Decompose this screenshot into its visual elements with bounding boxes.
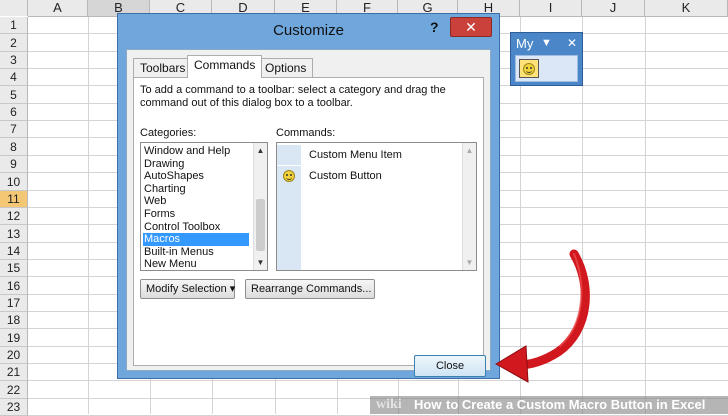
select-all-corner[interactable] <box>0 0 28 16</box>
dialog-title: Customize <box>273 22 344 39</box>
row-header-12[interactable]: 12 <box>0 208 28 225</box>
row-header-14[interactable]: 14 <box>0 243 28 260</box>
instructions-text: To add a command to a toolbar: select a … <box>140 84 446 109</box>
row-header-5[interactable]: 5 <box>0 86 28 104</box>
row-header-2[interactable]: 2 <box>0 34 28 52</box>
row-header-20[interactable]: 20 <box>0 347 28 364</box>
list-item[interactable]: Custom Menu Item <box>277 145 463 165</box>
toolbar-title: My <box>516 36 534 51</box>
row-header-15[interactable]: 15 <box>0 260 28 277</box>
tab-toolbars[interactable]: Toolbars <box>133 58 193 77</box>
custom-macro-button[interactable] <box>519 59 539 78</box>
row-header-16[interactable]: 16 <box>0 277 28 295</box>
smiley-icon <box>283 170 295 182</box>
list-item[interactable]: Forms <box>143 208 249 221</box>
row-header-21[interactable]: 21 <box>0 364 28 381</box>
row-header-22[interactable]: 22 <box>0 381 28 399</box>
tab-commands[interactable]: Commands <box>187 55 263 78</box>
row-header-18[interactable]: 18 <box>0 312 28 329</box>
modify-selection-button[interactable]: Modify Selection ▾ <box>140 279 235 299</box>
list-item[interactable]: Drawing <box>143 158 249 171</box>
watermark-how: How <box>414 397 442 412</box>
list-item[interactable]: Custom Button <box>277 166 463 186</box>
smiley-icon <box>523 63 535 75</box>
watermark-title: to Create a Custom Macro Button in Excel <box>446 397 706 412</box>
list-item[interactable]: AutoShapes <box>143 170 249 183</box>
dialog-body: Toolbars Commands Options To add a comma… <box>126 49 491 377</box>
brand-logo: wiki <box>376 397 402 412</box>
rearrange-commands-button[interactable]: Rearrange Commands... <box>245 279 375 299</box>
column-header-k[interactable]: K <box>645 0 728 16</box>
custom-toolbar[interactable]: My ▼ ✕ <box>510 32 583 86</box>
scroll-thumb[interactable] <box>256 199 265 251</box>
row-header-8[interactable]: 8 <box>0 138 28 156</box>
close-button[interactable]: Close <box>414 355 486 377</box>
column-header-i[interactable]: I <box>520 0 582 16</box>
categories-label: Categories: <box>140 127 197 139</box>
chevron-down-icon[interactable]: ▼ <box>541 37 552 49</box>
help-button[interactable]: ? <box>430 19 439 35</box>
row-header-7[interactable]: 7 <box>0 121 28 138</box>
list-item[interactable]: Macros <box>143 233 249 247</box>
icon-column <box>277 145 301 165</box>
row-header-19[interactable]: 19 <box>0 329 28 347</box>
toolbar-body <box>515 55 578 82</box>
gridline <box>88 17 89 414</box>
scroll-up-icon[interactable]: ▲ <box>463 144 476 157</box>
watermark-banner: wiki How to Create a Custom Macro Button… <box>370 396 728 414</box>
customize-dialog: Customize ? ✕ Toolbars Commands Options … <box>117 13 500 379</box>
column-header-j[interactable]: J <box>582 0 645 16</box>
gridline <box>645 17 646 414</box>
row-header-10[interactable]: 10 <box>0 173 28 191</box>
row-header-23[interactable]: 23 <box>0 399 28 416</box>
list-item[interactable]: New Menu <box>143 258 249 270</box>
command-label: Custom Menu Item <box>309 149 402 161</box>
commands-listbox[interactable]: Custom Menu Item Custom Button ▲ ▼ <box>276 142 477 271</box>
row-header-4[interactable]: 4 <box>0 69 28 86</box>
list-item[interactable]: Window and Help <box>143 145 249 158</box>
scroll-up-icon[interactable]: ▲ <box>254 144 267 157</box>
row-header-1[interactable]: 1 <box>0 17 28 34</box>
row-header-3[interactable]: 3 <box>0 52 28 69</box>
row-header-9[interactable]: 9 <box>0 156 28 173</box>
command-label: Custom Button <box>309 170 382 182</box>
close-icon[interactable]: ✕ <box>567 36 577 50</box>
scroll-down-icon[interactable]: ▼ <box>254 256 267 269</box>
row-header-17[interactable]: 17 <box>0 295 28 312</box>
list-item[interactable]: Web <box>143 195 249 208</box>
row-header-6[interactable]: 6 <box>0 104 28 121</box>
list-item[interactable]: Control Toolbox <box>143 221 249 234</box>
icon-column <box>277 186 301 270</box>
categories-listbox[interactable]: Window and Help Drawing AutoShapes Charting… <box>140 142 268 271</box>
commands-scrollbar[interactable]: ▲ ▼ <box>462 143 476 270</box>
categories-scrollbar[interactable]: ▲ ▼ <box>253 143 267 270</box>
row-header-11[interactable]: 11 <box>0 191 28 208</box>
red-arrow-icon <box>495 249 590 383</box>
list-item[interactable]: Built-in Menus <box>143 246 249 259</box>
scroll-down-icon[interactable]: ▼ <box>463 256 476 269</box>
commands-label: Commands: <box>276 127 336 139</box>
row-header-13[interactable]: 13 <box>0 225 28 243</box>
tab-options[interactable]: Options <box>258 58 314 77</box>
gridline <box>28 380 728 381</box>
list-item[interactable]: Charting <box>143 183 249 196</box>
column-header-a[interactable]: A <box>28 0 88 16</box>
close-icon[interactable]: ✕ <box>450 17 492 37</box>
